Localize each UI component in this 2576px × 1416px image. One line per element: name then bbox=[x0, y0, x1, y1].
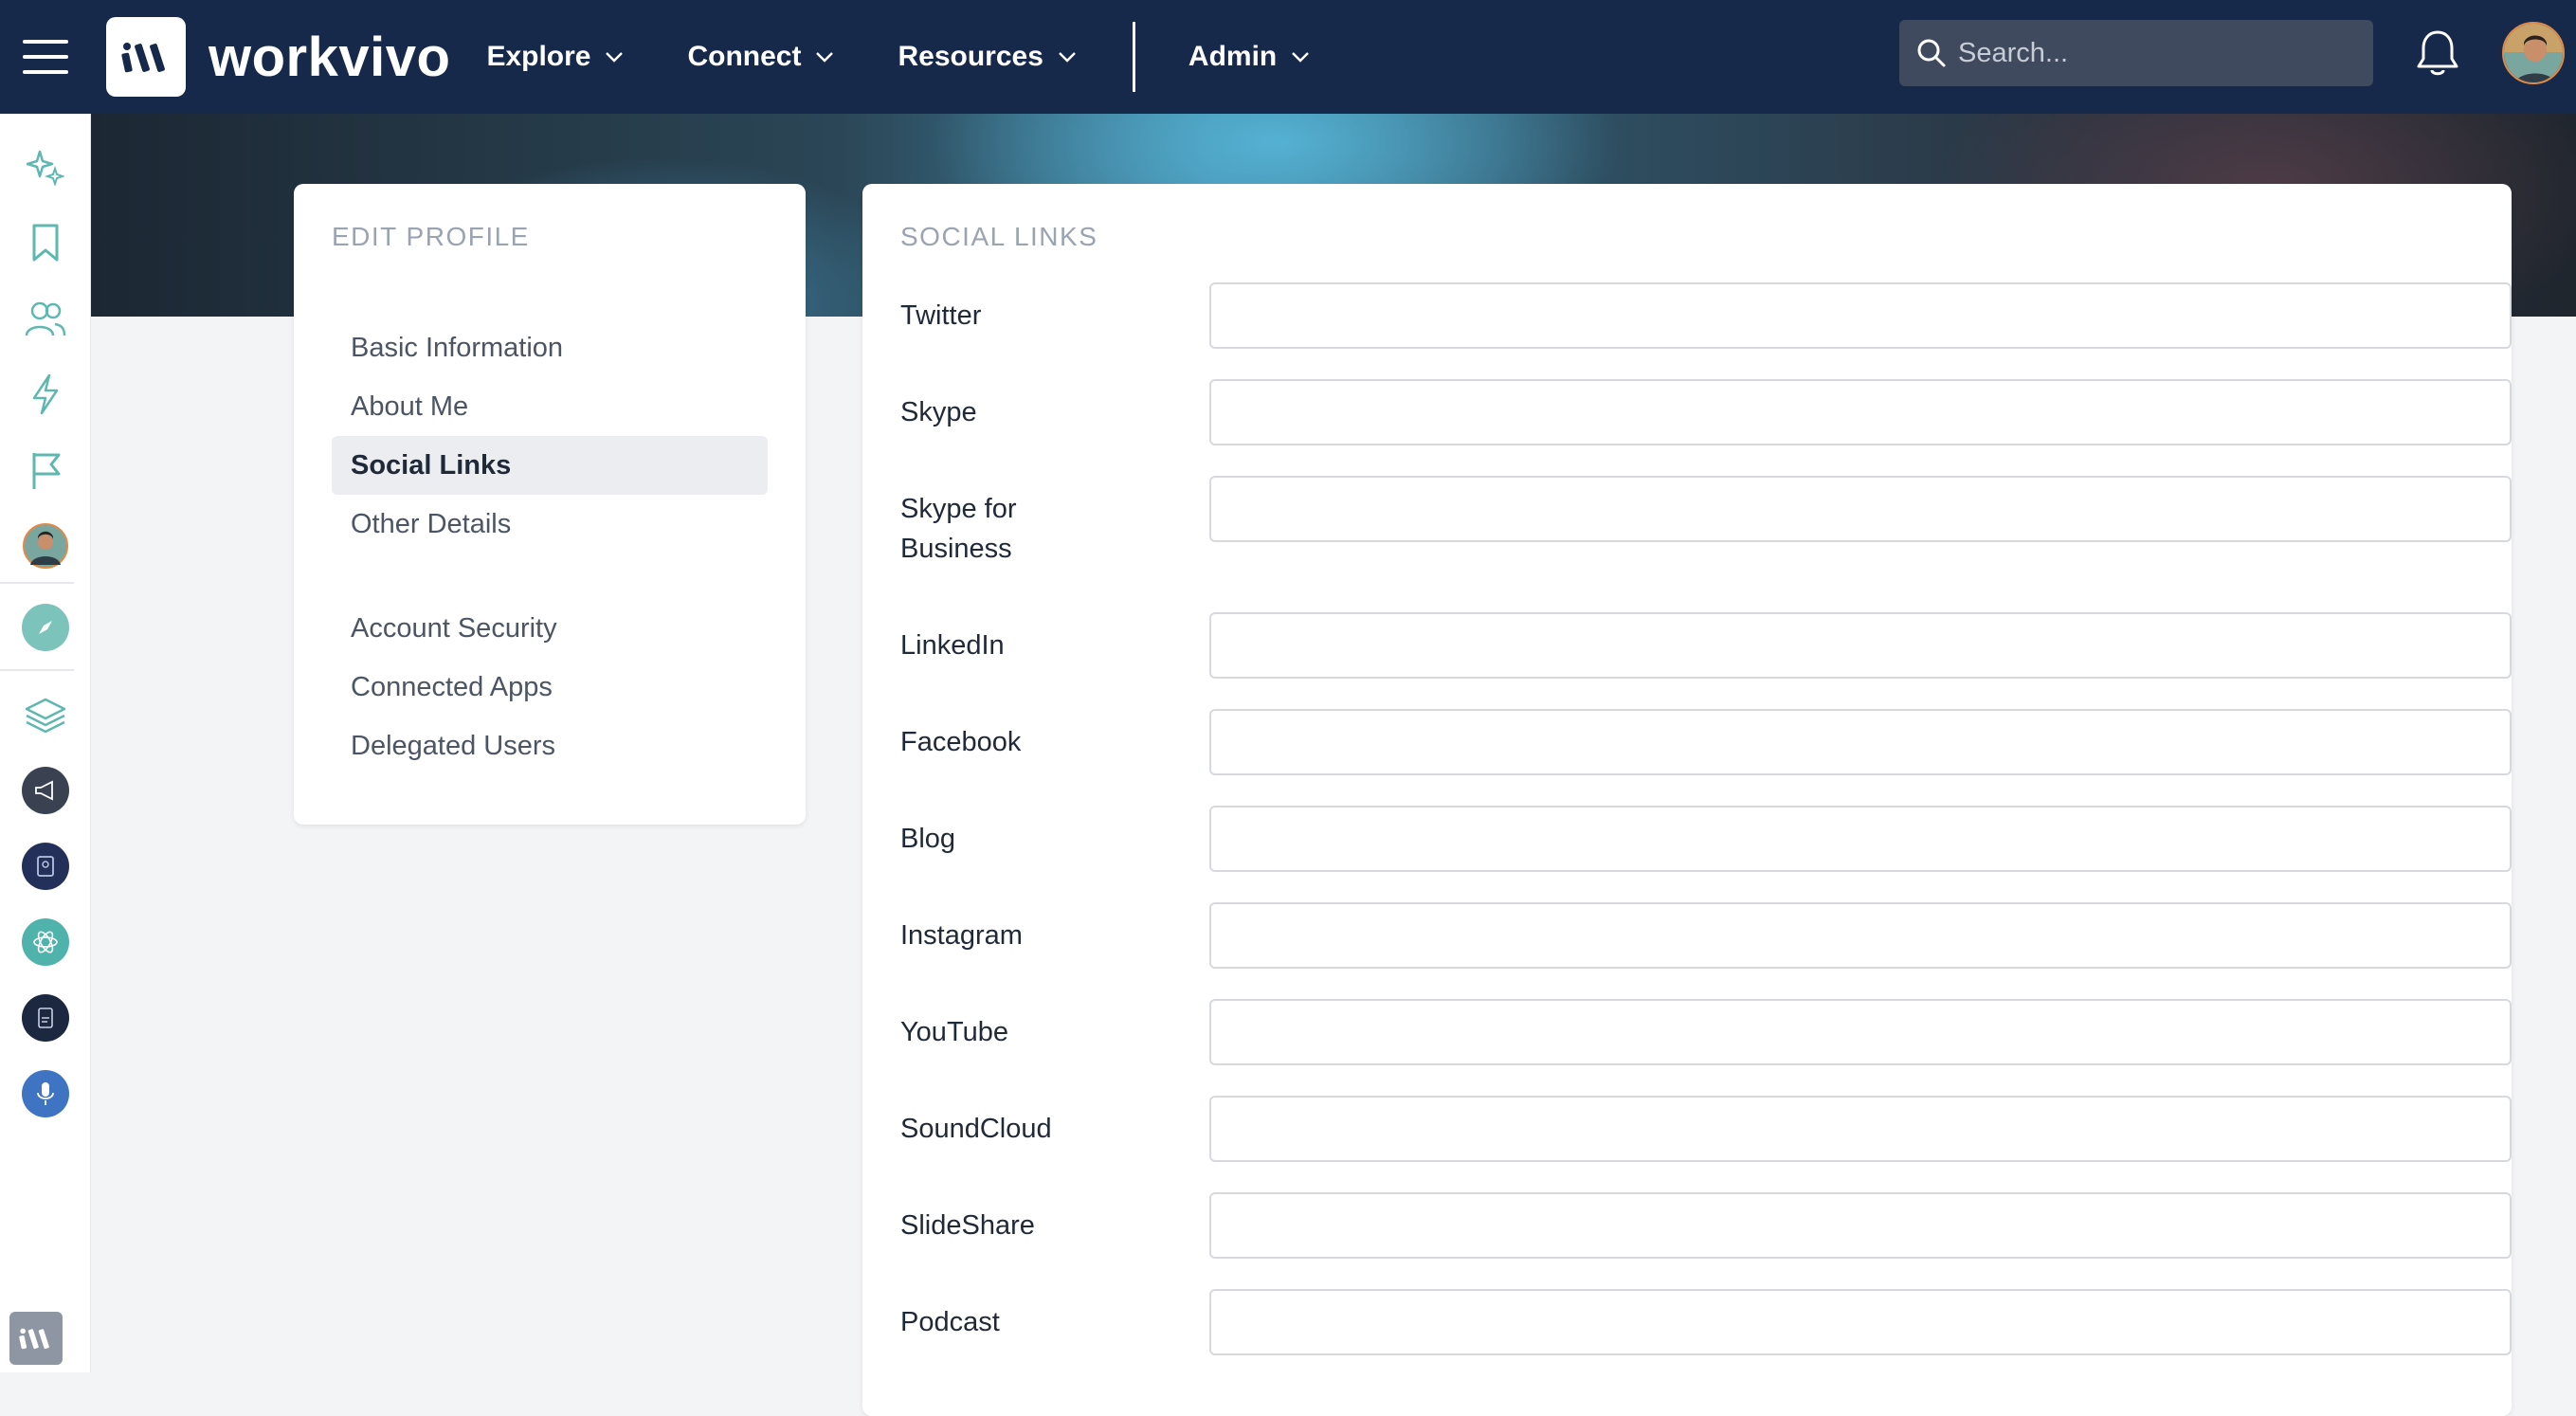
chevron-down-icon bbox=[1292, 52, 1310, 63]
left-rail bbox=[0, 114, 91, 1372]
field-label: LinkedIn bbox=[900, 630, 1005, 661]
menu-item-basic-information[interactable]: Basic Information bbox=[332, 318, 768, 377]
instagram-input[interactable] bbox=[1209, 902, 2512, 969]
nav-divider bbox=[1132, 22, 1135, 92]
brand-name: workvivo bbox=[209, 26, 451, 88]
skype-for-business-input[interactable] bbox=[1209, 476, 2512, 542]
field-label: SoundCloud bbox=[900, 1114, 1052, 1144]
field-label: Facebook bbox=[900, 727, 1022, 757]
podcast-input[interactable] bbox=[1209, 1289, 2512, 1355]
social-links-title: SOCIAL LINKS bbox=[900, 222, 1098, 251]
nav-connect-label: Connect bbox=[687, 41, 802, 72]
top-navigation-bar: workvivo Explore Connect Resources Admin bbox=[0, 0, 2576, 114]
lightning-icon[interactable] bbox=[17, 366, 74, 423]
nav-explore[interactable]: Explore bbox=[486, 41, 625, 73]
nav-resources[interactable]: Resources bbox=[898, 41, 1077, 73]
soundcloud-input[interactable] bbox=[1209, 1096, 2512, 1162]
field-label: Podcast bbox=[900, 1307, 1000, 1337]
menu-item-connected-apps[interactable]: Connected Apps bbox=[332, 658, 768, 717]
field-label: Blog bbox=[900, 824, 956, 854]
youtube-input[interactable] bbox=[1209, 999, 2512, 1065]
chevron-down-icon bbox=[1059, 52, 1076, 63]
rail-divider bbox=[0, 669, 74, 671]
twitter-input[interactable] bbox=[1209, 282, 2512, 349]
nav-connect[interactable]: Connect bbox=[687, 41, 835, 73]
chevron-down-icon bbox=[606, 52, 624, 63]
user-avatar[interactable] bbox=[2502, 22, 2565, 84]
field-label: YouTube bbox=[900, 1017, 1008, 1047]
search-icon bbox=[1917, 39, 1946, 67]
menu-item-about-me[interactable]: About Me bbox=[332, 377, 768, 436]
chevron-down-icon bbox=[816, 52, 834, 63]
atom-space-icon[interactable] bbox=[17, 914, 74, 971]
workvivo-logo[interactable] bbox=[106, 17, 186, 97]
user-avatar-small[interactable] bbox=[17, 517, 74, 574]
search-bar bbox=[1899, 20, 2373, 86]
facebook-input[interactable] bbox=[1209, 709, 2512, 775]
field-label: Twitter bbox=[900, 300, 982, 331]
menu-item-account-security[interactable]: Account Security bbox=[332, 599, 768, 658]
nav-resources-label: Resources bbox=[898, 41, 1043, 72]
document-space-icon[interactable] bbox=[17, 989, 74, 1046]
workvivo-small-logo[interactable] bbox=[9, 1312, 63, 1365]
menu-item-other-details[interactable]: Other Details bbox=[332, 495, 768, 554]
hamburger-menu-icon[interactable] bbox=[0, 0, 91, 114]
microphone-space-icon[interactable] bbox=[17, 1065, 74, 1122]
blog-input[interactable] bbox=[1209, 806, 2512, 872]
nav-admin[interactable]: Admin bbox=[1188, 41, 1311, 73]
notifications-bell-icon[interactable] bbox=[2413, 27, 2462, 80]
slideshare-input[interactable] bbox=[1209, 1192, 2512, 1259]
rail-divider bbox=[0, 582, 74, 584]
menu-item-delegated-users[interactable]: Delegated Users bbox=[332, 717, 768, 775]
field-label: SlideShare bbox=[900, 1210, 1035, 1241]
social-links-card: SOCIAL LINKS Twitter Skype Skype for Bus… bbox=[862, 184, 2512, 1416]
edit-profile-title: EDIT PROFILE bbox=[332, 222, 530, 251]
skype-input[interactable] bbox=[1209, 379, 2512, 445]
megaphone-space-icon[interactable] bbox=[17, 762, 74, 819]
field-label: Skype bbox=[900, 397, 977, 427]
notebook-space-icon[interactable] bbox=[17, 838, 74, 895]
search-input[interactable] bbox=[1958, 37, 2373, 69]
people-icon[interactable] bbox=[17, 290, 74, 347]
edit-profile-menu-card: EDIT PROFILE Basic Information About Me … bbox=[294, 184, 806, 825]
profile-menu: Basic Information About Me Social Links … bbox=[332, 318, 768, 775]
compass-icon[interactable] bbox=[17, 599, 74, 656]
nav-admin-label: Admin bbox=[1188, 41, 1278, 72]
field-label: Skype for Business bbox=[900, 494, 1017, 564]
bookmark-icon[interactable] bbox=[17, 214, 74, 271]
menu-item-social-links[interactable]: Social Links bbox=[332, 436, 768, 495]
flag-icon[interactable] bbox=[17, 442, 74, 499]
layers-icon[interactable] bbox=[17, 686, 74, 743]
nav-explore-label: Explore bbox=[486, 41, 591, 72]
linkedin-input[interactable] bbox=[1209, 612, 2512, 679]
sparkle-icon[interactable] bbox=[17, 138, 74, 195]
field-label: Instagram bbox=[900, 920, 1023, 951]
